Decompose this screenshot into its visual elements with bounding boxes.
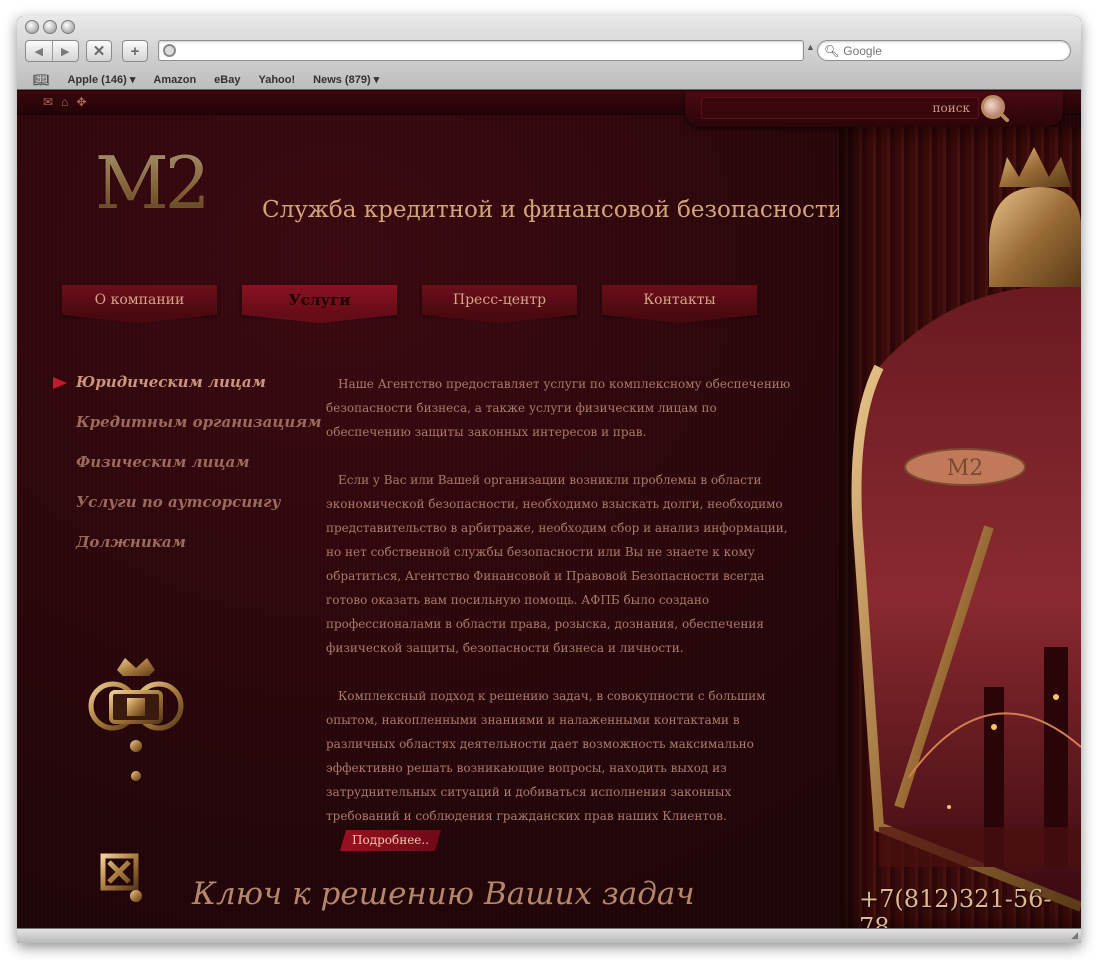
window-controls [25,20,75,34]
main-content: Наше Агентство предоставляет услуги по к… [326,372,804,876]
browser-search: 🔍︎ [817,40,1071,61]
back-button[interactable]: ◀ [26,41,53,61]
main-nav: О компании Услуги Пресс-центр Контакты [62,285,757,323]
home-icon[interactable]: ⌂ [61,95,68,109]
status-bar: ◢ [17,928,1081,943]
nav-press-center[interactable]: Пресс-центр [422,285,577,323]
content-paragraph: Если у Вас или Вашей организации возникл… [326,473,788,655]
contact-phone[interactable]: +7(812)321-56-78 [859,885,1081,928]
zoom-window-button[interactable] [61,20,75,34]
key-icon [88,658,184,902]
sidenav-debtors[interactable]: Должникам [51,533,322,573]
site-slogan: Ключ к решению Ваших задач [192,876,695,912]
svg-text:M2: M2 [947,456,984,481]
bookmark-news[interactable]: News (879) ▾ [313,73,379,86]
site-tagline: Служба кредитной и финансовой безопаснос… [262,197,843,223]
magnifier-icon[interactable] [981,95,1005,119]
side-nav: Юридическим лицам Кредитным организациям… [51,373,322,573]
bookmark-apple[interactable]: Apple (146) ▾ [68,73,136,86]
site-search-label: поиск [932,101,970,115]
bookmark-yahoo[interactable]: Yahoo! [258,74,295,86]
decorative-panel: M2 [839,127,1081,928]
search-icon[interactable]: 🔍︎ [824,44,839,58]
nav-services[interactable]: Услуги [242,285,397,323]
site-logo[interactable]: M2 [95,141,211,225]
site-search: поиск [685,91,1063,127]
bookmark-amazon[interactable]: Amazon [153,74,196,86]
history-buttons: ◀ ▶ [25,40,79,62]
site-search-input[interactable]: поиск [701,97,979,119]
ornate-frame-illustration: M2 [851,147,1081,912]
bookmark-ebay[interactable]: eBay [214,74,240,86]
address-bar[interactable] [158,40,804,61]
nav-contacts[interactable]: Контакты [602,285,757,323]
resize-grip-icon[interactable]: ◢ [1071,930,1078,941]
sitemap-icon[interactable]: ✥ [76,95,86,109]
forward-button[interactable]: ▶ [53,41,79,61]
read-more-button[interactable]: Подробнее.. [340,830,441,851]
sidenav-credit-organizations[interactable]: Кредитным организациям [51,413,322,453]
new-tab-button[interactable]: + [122,40,148,62]
browser-search-input[interactable] [843,43,1044,58]
globe-icon [163,44,176,57]
content-paragraph-text: Комплексный подход к решению задач, в со… [326,689,766,823]
mail-icon[interactable]: ✉ [43,95,53,109]
close-window-button[interactable] [25,20,39,34]
content-paragraph: Наше Агентство предоставляет услуги по к… [326,377,791,439]
sidenav-individuals[interactable]: Физическим лицам [51,453,322,493]
nav-about[interactable]: О компании [62,285,217,323]
stop-button[interactable]: ✕ [86,40,112,62]
bookmarks-book-icon[interactable]: 📖︎ [33,72,50,88]
minimize-window-button[interactable] [43,20,57,34]
content-paragraph: Комплексный подход к решению задач, в со… [326,684,804,852]
sidenav-outsourcing[interactable]: Услуги по аутсорсингу [51,493,322,533]
browser-window: ◀ ▶ ✕ + ▲ 🔍︎ 📖︎ Apple (146) ▾ Amazon eBa… [17,16,1081,943]
address-dropdown-icon[interactable]: ▲ [806,42,815,52]
bookmarks-bar: 📖︎ Apple (146) ▾ Amazon eBay Yahoo! News… [17,70,1081,89]
sidenav-legal-entities[interactable]: Юридическим лицам [51,373,322,413]
utility-icons: ✉ ⌂ ✥ [43,95,86,109]
browser-toolbar: ◀ ▶ ✕ + ▲ 🔍︎ 📖︎ Apple (146) ▾ Amazon eBa… [17,16,1081,90]
web-page: ✉ ⌂ ✥ поиск M2 Служба кредитной и финанс… [17,91,1081,928]
